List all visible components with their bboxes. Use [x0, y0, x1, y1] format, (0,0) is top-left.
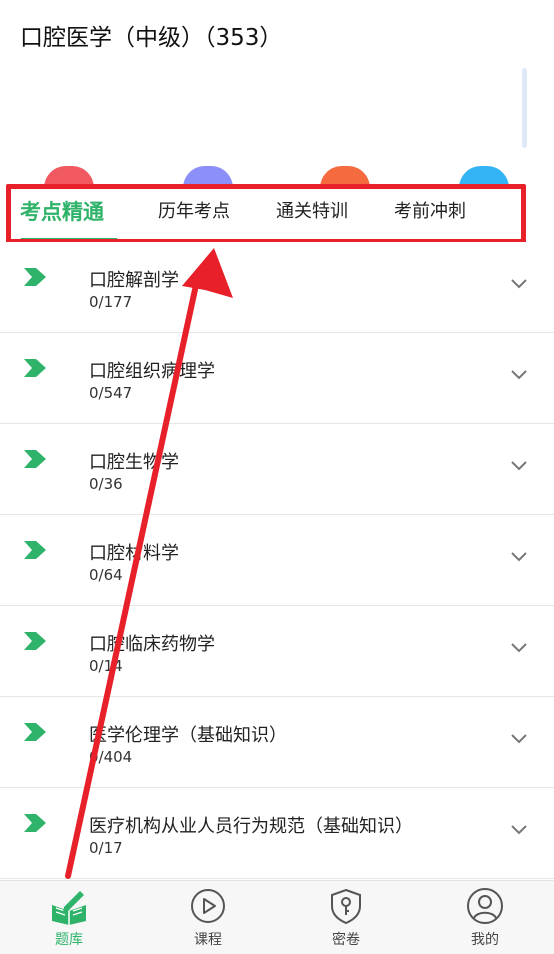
chevron-down-icon[interactable]	[510, 460, 528, 472]
chapter-name: 口腔材料学	[89, 543, 179, 564]
chapter-chevron-icon	[24, 359, 46, 377]
tabbar-item-kecheng[interactable]: 课程	[158, 881, 258, 954]
chapter-name: 医疗机构从业人员行为规范（基础知识）	[89, 816, 413, 837]
book-pen-icon	[52, 891, 86, 925]
feature-icon[interactable]	[459, 166, 509, 188]
chapter-chevron-icon	[24, 541, 46, 559]
list-item[interactable]: 口腔解剖学 0/177	[0, 242, 554, 333]
list-item[interactable]: 口腔材料学 0/64	[0, 515, 554, 606]
chapter-list: 口腔解剖学 0/177 口腔组织病理学 0/547 口腔生物学 0/36 口腔材…	[0, 242, 554, 879]
chapter-progress: 0/404	[89, 748, 133, 766]
chapter-name: 口腔解剖学	[89, 270, 179, 291]
tab-kaoqian-chongci[interactable]: 考前冲刺	[394, 186, 466, 242]
chapter-chevron-icon	[24, 450, 46, 468]
chevron-down-icon[interactable]	[510, 824, 528, 836]
tabbar-label: 课程	[194, 932, 222, 948]
chapter-chevron-icon	[24, 632, 46, 650]
chevron-down-icon[interactable]	[510, 642, 528, 654]
chapter-chevron-icon	[24, 723, 46, 741]
chapter-progress: 0/36	[89, 475, 123, 493]
chapter-progress: 0/64	[89, 566, 123, 584]
chapter-progress: 0/177	[89, 293, 133, 311]
chevron-down-icon[interactable]	[510, 551, 528, 563]
tabbar-item-wode[interactable]: 我的	[435, 881, 535, 954]
chapter-progress: 0/14	[89, 657, 123, 675]
feature-icon-row	[0, 166, 554, 188]
tabbar-item-mijuan[interactable]: 密卷	[296, 881, 396, 954]
chapter-name: 口腔组织病理学	[89, 361, 215, 382]
list-item[interactable]: 口腔组织病理学 0/547	[0, 333, 554, 424]
scroll-indicator	[522, 68, 527, 148]
tab-linian-kaodian[interactable]: 历年考点	[158, 186, 230, 242]
tabbar-item-tiku[interactable]: 题库	[19, 881, 119, 954]
tab-tongguan-texun[interactable]: 通关特训	[276, 186, 348, 242]
feature-icon[interactable]	[183, 166, 233, 188]
chapter-name: 口腔临床药物学	[89, 634, 215, 655]
tab-kaodian-jingtong[interactable]: 考点精通	[20, 186, 104, 242]
chapter-name: 口腔生物学	[89, 452, 179, 473]
list-item[interactable]: 医疗机构从业人员行为规范（基础知识） 0/17	[0, 788, 554, 879]
shield-key-icon	[331, 888, 361, 925]
feature-icon[interactable]	[44, 166, 94, 188]
chapter-name: 医学伦理学（基础知识）	[89, 725, 287, 746]
tabbar-label: 题库	[55, 932, 83, 948]
user-icon	[467, 888, 503, 924]
bottom-tabbar: 题库 课程 密卷 我的	[0, 880, 554, 954]
category-tabs: 考点精通 历年考点 通关特训 考前冲刺	[0, 186, 554, 242]
play-circle-icon	[191, 889, 225, 923]
chapter-chevron-icon	[24, 814, 46, 832]
tabbar-label: 我的	[471, 932, 499, 948]
chevron-down-icon[interactable]	[510, 278, 528, 290]
list-item[interactable]: 口腔临床药物学 0/14	[0, 606, 554, 697]
chevron-down-icon[interactable]	[510, 733, 528, 745]
chapter-chevron-icon	[24, 268, 46, 286]
page-title: 口腔医学（中级）（353）	[20, 25, 283, 51]
tabbar-label: 密卷	[332, 932, 360, 948]
chapter-progress: 0/17	[89, 839, 123, 857]
header: 口腔医学（中级）（353）	[0, 0, 554, 70]
chevron-down-icon[interactable]	[510, 369, 528, 381]
list-item[interactable]: 医学伦理学（基础知识） 0/404	[0, 697, 554, 788]
list-item[interactable]: 口腔生物学 0/36	[0, 424, 554, 515]
feature-icon[interactable]	[320, 166, 370, 188]
chapter-progress: 0/547	[89, 384, 133, 402]
